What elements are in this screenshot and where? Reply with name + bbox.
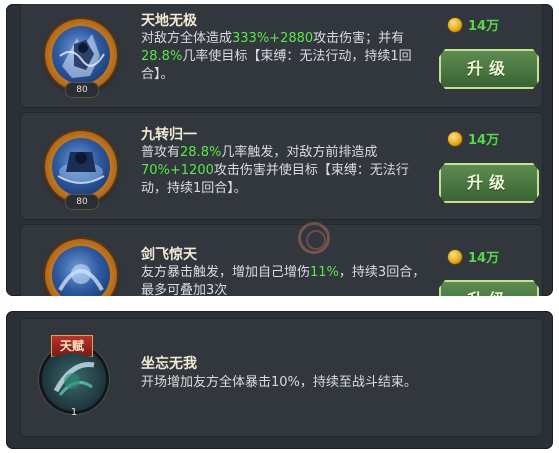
skill-icon-frame[interactable]: 80 (45, 19, 117, 98)
sword-skill-icon (52, 246, 110, 296)
skill-name: 天地无极 (141, 13, 197, 29)
whirl-skill-icon (52, 138, 110, 196)
talent-name: 坐忘无我 (141, 356, 197, 372)
skill-description: 友方暴击触发，增加自己增伤11%，持续3回合，最多可叠加3次 (141, 265, 426, 296)
upgrade-cost: 14万 (448, 129, 499, 148)
coin-icon (448, 249, 462, 264)
skill-description: 对敌方全体造成333%+2880攻击伤害；并有28.8%几率使目标【束缚：无法行… (141, 31, 412, 82)
skill-name: 九转归一 (141, 127, 197, 143)
skill-name: 剑飞惊天 (141, 247, 197, 263)
skill-list-panel: 80 天地无极 对敌方全体造成333%+2880攻击伤害；并有28.8%几率使目… (6, 4, 553, 296)
upgrade-cost: 14万 (448, 15, 499, 34)
warrior-skill-icon (52, 26, 110, 84)
upgrade-button[interactable]: 升级 (439, 163, 539, 203)
talent-row: 天赋 1 坐忘无我 开场增加友方全体暴击10%，持续至战斗结束。 (20, 318, 543, 437)
skill-description: 普攻有28.8%几率触发，对敌方前排造成70%+1200攻击伤害并使目标【束缚：… (141, 145, 409, 196)
talent-level: 1 (70, 407, 78, 418)
coin-icon (448, 17, 462, 32)
coin-icon (448, 131, 462, 146)
upgrade-button[interactable]: 升级 (439, 280, 539, 296)
upgrade-cost: 14万 (448, 247, 499, 266)
skill-icon-frame[interactable] (45, 239, 117, 296)
talent-panel: 天赋 1 坐忘无我 开场增加友方全体暴击10%，持续至战斗结束。 (6, 311, 553, 449)
skill-level-badge: 80 (65, 194, 99, 210)
skill-level-badge: 80 (65, 82, 99, 98)
skill-row: 80 天地无极 对敌方全体造成333%+2880攻击伤害；并有28.8%几率使目… (20, 4, 543, 108)
scroll-indicator (298, 222, 330, 254)
talent-description: 开场增加友方全体暴击10%，持续至战斗结束。 (141, 375, 417, 390)
skill-row: 剑飞惊天 友方暴击触发，增加自己增伤11%，持续3回合，最多可叠加3次 14万 … (20, 224, 543, 296)
skill-icon-frame[interactable]: 80 (45, 131, 117, 210)
upgrade-button[interactable]: 升级 (439, 49, 539, 89)
skill-row: 80 九转归一 普攻有28.8%几率触发，对敌方前排造成70%+1200攻击伤害… (20, 112, 543, 220)
